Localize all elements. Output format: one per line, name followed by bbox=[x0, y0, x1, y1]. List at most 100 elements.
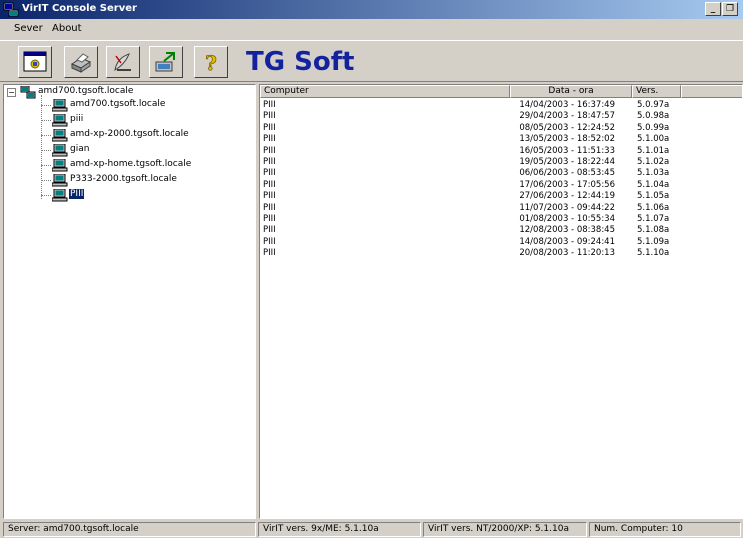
table-row[interactable]: PIII 01/08/2003 - 10:55:34 5.1.07a bbox=[260, 214, 742, 225]
cell-date: 11/07/2003 - 09:44:22 bbox=[519, 202, 615, 213]
cell-computer: PIII bbox=[263, 225, 276, 236]
cell-date: 16/05/2003 - 11:51:33 bbox=[519, 145, 615, 156]
cell-date: 20/08/2003 - 11:20:13 bbox=[519, 248, 615, 259]
cell-computer: PIII bbox=[263, 145, 276, 156]
tree-item-label: amd-xp-home.tgsoft.locale bbox=[70, 159, 192, 169]
cell-date: 13/05/2003 - 18:52:02 bbox=[519, 134, 615, 145]
collapse-icon[interactable]: − bbox=[7, 88, 16, 97]
cell-computer: PIII bbox=[263, 214, 276, 224]
status-version-9x: VirIT vers. 9x/ME: 5.1.10a bbox=[258, 522, 421, 537]
table-row[interactable]: PIII 20/08/2003 - 11:20:13 5.1.10a bbox=[260, 248, 742, 259]
cell-computer: PIII bbox=[263, 122, 276, 133]
computer-icon bbox=[52, 129, 68, 142]
computer-icon bbox=[52, 144, 68, 157]
cell-version: 5.1.01a bbox=[637, 145, 670, 156]
list-header: Computer Data - ora Vers. bbox=[260, 85, 742, 98]
update-button[interactable] bbox=[149, 46, 183, 78]
cell-date: 27/06/2003 - 12:44:19 bbox=[519, 191, 615, 202]
column-header-version[interactable]: Vers. bbox=[632, 85, 681, 98]
cell-computer: PIII bbox=[263, 157, 276, 167]
cell-computer: PIII bbox=[263, 179, 276, 190]
table-row[interactable]: PIII 17/06/2003 - 17:05:56 5.1.04a bbox=[260, 179, 742, 191]
title-bar: VirIT Console Server _ ❐ bbox=[0, 0, 743, 19]
table-row[interactable]: PIII 29/04/2003 - 18:47:57 5.0.98a bbox=[260, 111, 742, 122]
cell-date: 14/08/2003 - 09:24:41 bbox=[519, 236, 615, 247]
cell-computer: PIII bbox=[263, 134, 276, 145]
cell-version: 5.1.04a bbox=[637, 179, 670, 190]
cell-computer: PIII bbox=[263, 202, 276, 213]
app-icon bbox=[3, 2, 19, 17]
cell-version: 5.0.97a bbox=[637, 100, 670, 110]
printer-icon bbox=[70, 53, 92, 73]
network-icon bbox=[20, 86, 36, 99]
cell-version: 5.1.06a bbox=[637, 202, 670, 213]
svg-text:?: ? bbox=[205, 51, 217, 74]
column-header-date[interactable]: Data - ora bbox=[510, 85, 632, 98]
print-button[interactable] bbox=[64, 46, 98, 78]
scan-history-list[interactable]: Computer Data - ora Vers. PIII 14/04/2003… bbox=[259, 84, 743, 519]
cell-date: 19/05/2003 - 18:22:44 bbox=[519, 157, 615, 167]
cell-date: 08/05/2003 - 12:24:52 bbox=[519, 122, 615, 133]
tree-root-label: amd700.tgsoft.locale bbox=[38, 86, 134, 96]
status-version-nt: VirIT vers. NT/2000/XP: 5.1.10a bbox=[423, 522, 587, 537]
table-row[interactable]: PIII 12/08/2003 - 08:38:45 5.1.08a bbox=[260, 225, 742, 236]
column-header-empty bbox=[681, 85, 742, 98]
help-button[interactable]: ? bbox=[194, 46, 228, 78]
computer-icon bbox=[52, 174, 68, 187]
table-row[interactable]: PIII 27/06/2003 - 12:44:19 5.1.05a bbox=[260, 191, 742, 202]
cell-computer: PIII bbox=[263, 248, 276, 259]
toolbar: ? TG Soft bbox=[0, 40, 743, 82]
computer-icon bbox=[52, 189, 68, 202]
console-window-icon bbox=[23, 51, 47, 72]
table-row[interactable]: PIII 14/08/2003 - 09:24:41 5.1.09a bbox=[260, 236, 742, 248]
minimize-button[interactable]: _ bbox=[705, 2, 721, 16]
table-row[interactable]: PIII 16/05/2003 - 11:51:33 5.1.01a bbox=[260, 145, 742, 157]
computer-tree[interactable]: − amd700.tgsoft.locale amd700.tgsoft.loc… bbox=[3, 84, 256, 519]
tree-item-label: gian bbox=[70, 144, 90, 154]
menu-bar: Sever About bbox=[0, 19, 743, 39]
tree-item-label: amd700.tgsoft.locale bbox=[70, 99, 166, 109]
menu-sever[interactable]: Sever bbox=[14, 23, 43, 34]
table-row[interactable]: PIII 11/07/2003 - 09:44:22 5.1.06a bbox=[260, 202, 742, 214]
computer-icon bbox=[52, 99, 68, 112]
computer-icon bbox=[52, 159, 68, 172]
tree-item-label: amd-xp-2000.tgsoft.locale bbox=[70, 129, 189, 139]
cell-version: 5.1.10a bbox=[637, 248, 670, 259]
console-button[interactable] bbox=[18, 46, 52, 78]
table-row[interactable]: PIII 06/06/2003 - 08:53:45 5.1.03a bbox=[260, 168, 742, 179]
window-title: VirIT Console Server bbox=[22, 3, 137, 14]
cell-computer: PIII bbox=[263, 168, 276, 179]
table-row[interactable]: PIII 19/05/2003 - 18:22:44 5.1.02a bbox=[260, 157, 742, 168]
cell-version: 5.0.98a bbox=[637, 111, 670, 122]
table-row[interactable]: PIII 08/05/2003 - 12:24:52 5.0.99a bbox=[260, 122, 742, 134]
cell-date: 12/08/2003 - 08:38:45 bbox=[519, 225, 615, 236]
cell-date: 17/06/2003 - 17:05:56 bbox=[519, 179, 615, 190]
cell-date: 29/04/2003 - 18:47:57 bbox=[519, 111, 615, 122]
connect-button[interactable] bbox=[106, 46, 140, 78]
cell-version: 5.1.07a bbox=[637, 214, 670, 224]
cell-date: 01/08/2003 - 10:55:34 bbox=[519, 214, 615, 224]
status-server: Server: amd700.tgsoft.locale bbox=[3, 522, 256, 537]
network-dish-icon bbox=[114, 53, 131, 71]
cell-computer: PIII bbox=[263, 111, 276, 122]
tree-item-label: PIII bbox=[69, 189, 85, 199]
cell-version: 5.1.00a bbox=[637, 134, 670, 145]
update-arrow-icon bbox=[155, 52, 175, 72]
cell-date: 06/06/2003 - 08:53:45 bbox=[519, 168, 615, 179]
cell-version: 5.1.02a bbox=[637, 157, 670, 167]
cell-version: 5.1.08a bbox=[637, 225, 670, 236]
help-question-icon: ? bbox=[205, 51, 218, 74]
column-header-computer[interactable]: Computer bbox=[260, 85, 510, 98]
table-row[interactable]: PIII 14/04/2003 - 16:37:49 5.0.97a bbox=[260, 100, 742, 111]
restore-button[interactable]: ❐ bbox=[722, 2, 738, 16]
brand-logo: TG Soft bbox=[246, 47, 355, 77]
cell-computer: PIII bbox=[263, 236, 276, 247]
cell-version: 5.0.99a bbox=[637, 122, 670, 133]
status-bar: Server: amd700.tgsoft.locale VirIT vers.… bbox=[0, 520, 743, 538]
status-computer-count: Num. Computer: 10 bbox=[589, 522, 741, 537]
tree-item-label: piii bbox=[70, 114, 84, 124]
table-row[interactable]: PIII 13/05/2003 - 18:52:02 5.1.00a bbox=[260, 134, 742, 145]
cell-version: 5.1.03a bbox=[637, 168, 670, 179]
cell-computer: PIII bbox=[263, 100, 276, 110]
menu-about[interactable]: About bbox=[52, 23, 82, 34]
